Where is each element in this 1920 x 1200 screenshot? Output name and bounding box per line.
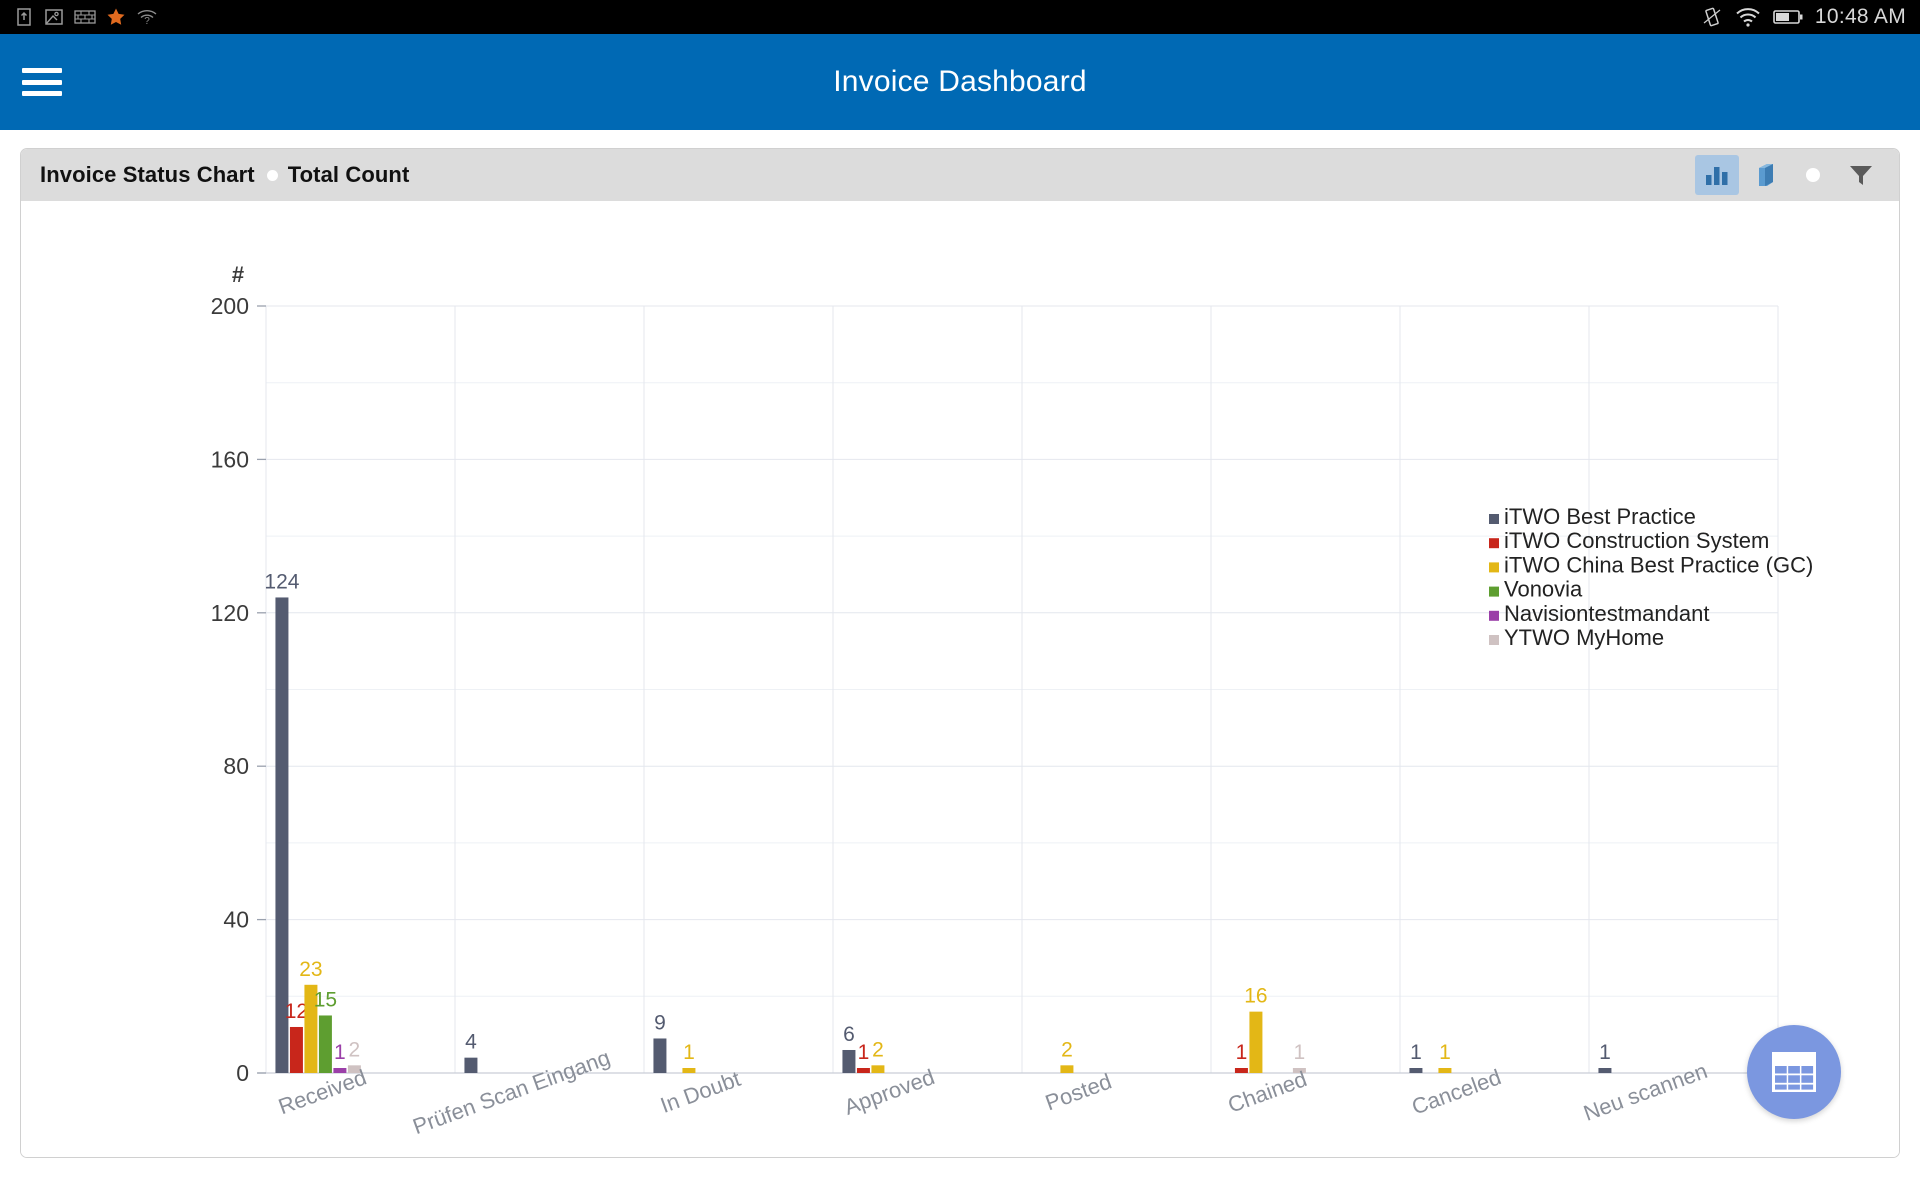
bar-chart-icon — [1706, 167, 1728, 185]
dot-icon-button[interactable] — [1791, 155, 1835, 195]
battery-icon — [1773, 10, 1803, 24]
status-clock: 10:48 AM — [1814, 5, 1906, 28]
invoice-status-chart-card: Invoice Status Chart Total Count 0 40 80… — [20, 148, 1900, 1158]
svg-text:#: # — [232, 262, 244, 287]
column-3d-icon-button[interactable] — [1743, 155, 1787, 195]
bar[interactable] — [842, 1049, 856, 1073]
chart-toolbar — [1695, 155, 1883, 195]
vibrate-icon — [1703, 7, 1721, 27]
legend-label[interactable]: iTWO Construction System — [1504, 528, 1769, 553]
title-separator-dot — [266, 169, 278, 181]
legend-swatch — [1489, 514, 1499, 524]
android-status-bar: ? 10:48 AM — [0, 0, 1920, 34]
bar-value-label: 23 — [299, 958, 322, 981]
bar-value-label: 1 — [334, 1041, 346, 1064]
bar-value-label: 1 — [1439, 1041, 1451, 1064]
bar-value-label: 1 — [1410, 1041, 1422, 1064]
legend-swatch — [1489, 562, 1499, 573]
bar[interactable] — [1409, 1068, 1423, 1073]
bar-value-label: 2 — [349, 1038, 361, 1061]
app-bar: Invoice Dashboard — [0, 34, 1920, 130]
legend-label[interactable]: iTWO Best Practice — [1504, 504, 1696, 529]
firewall-icon — [74, 10, 96, 24]
bar[interactable] — [289, 1026, 303, 1073]
column-3d-icon — [1759, 164, 1773, 186]
grouped-bar-chart: 04080120160200#1241223151 2Received4Prüfe… — [211, 262, 1814, 1140]
dot-icon — [1806, 168, 1820, 182]
chart-subtitle: Total Count — [287, 162, 410, 187]
bar-chart-icon-button[interactable] — [1695, 155, 1739, 195]
legend-label[interactable]: YTWO MyHome — [1504, 625, 1664, 650]
star-icon — [107, 8, 125, 25]
svg-text:?: ? — [144, 16, 150, 26]
bar-value-label: 15 — [314, 988, 337, 1011]
x-axis-label: Prüfen Scan Eingang — [409, 1045, 613, 1140]
bar[interactable] — [318, 1015, 332, 1073]
status-left-icons: ? — [14, 7, 158, 27]
x-axis-label: In Doubt — [657, 1066, 744, 1118]
bar-value-label: 124 — [264, 570, 299, 593]
show-table-fab-button[interactable] — [1747, 1025, 1841, 1119]
svg-text:200: 200 — [211, 293, 249, 319]
chart-title: Invoice Status Chart — [40, 162, 255, 187]
svg-text:160: 160 — [211, 446, 249, 472]
bar-value-label: 1 — [1236, 1041, 1248, 1064]
card-header: Invoice Status Chart Total Count — [21, 149, 1899, 201]
bar-value-label: 1 — [1599, 1041, 1611, 1064]
status-right-icons: 10:48 AM — [1701, 5, 1906, 29]
bar-value-label: 9 — [654, 1011, 666, 1034]
legend-label[interactable]: Navisiontestmandant — [1504, 601, 1709, 626]
svg-text:40: 40 — [223, 907, 249, 933]
bar[interactable] — [1438, 1068, 1452, 1073]
chart-canvas: 0 40 80 120 160 200 #124 12 23 15 1 2 Received 4 Prüfe… — [21, 201, 1899, 1157]
bar[interactable] — [1234, 1068, 1248, 1073]
bar-value-label: 16 — [1244, 985, 1267, 1008]
hamburger-menu-icon[interactable] — [22, 68, 62, 96]
bar[interactable] — [653, 1038, 667, 1073]
filter-icon — [1850, 166, 1872, 185]
legend-swatch — [1489, 635, 1499, 645]
bar[interactable] — [871, 1065, 885, 1073]
x-axis-label: Posted — [1042, 1068, 1115, 1115]
bar-value-label: 1 — [1294, 1041, 1306, 1064]
bar-value-label: 2 — [1061, 1038, 1073, 1061]
bar[interactable] — [856, 1068, 870, 1073]
bar-value-label: 1 — [858, 1041, 870, 1064]
bar[interactable] — [1060, 1065, 1074, 1073]
bar[interactable] — [464, 1057, 478, 1073]
page-title: Invoice Dashboard — [833, 65, 1087, 98]
bar-value-label: 2 — [872, 1038, 884, 1061]
bar[interactable] — [1249, 1011, 1263, 1073]
legend-swatch — [1489, 586, 1499, 597]
bar-value-label: 4 — [465, 1031, 477, 1054]
svg-text:80: 80 — [223, 753, 249, 779]
sim-card-icon — [17, 8, 31, 26]
wifi-unknown-icon: ? — [137, 10, 157, 26]
wifi-icon — [1736, 8, 1760, 27]
bar-value-label: 6 — [843, 1023, 855, 1046]
legend-label[interactable]: Vonovia — [1504, 577, 1583, 602]
bar-value-label: 1 — [683, 1041, 695, 1064]
filter-icon-button[interactable] — [1839, 155, 1883, 195]
legend-label[interactable]: iTWO China Best Practice (GC) — [1504, 552, 1813, 577]
legend-swatch — [1489, 610, 1499, 621]
svg-text:0: 0 — [236, 1060, 249, 1086]
svg-text:120: 120 — [211, 600, 249, 626]
table-grid-icon — [1772, 1052, 1816, 1092]
x-axis-label: Chained — [1225, 1066, 1311, 1118]
bar[interactable] — [1598, 1068, 1612, 1073]
bar[interactable] — [682, 1068, 696, 1073]
legend-swatch — [1489, 538, 1499, 549]
broken-image-icon — [45, 9, 63, 25]
